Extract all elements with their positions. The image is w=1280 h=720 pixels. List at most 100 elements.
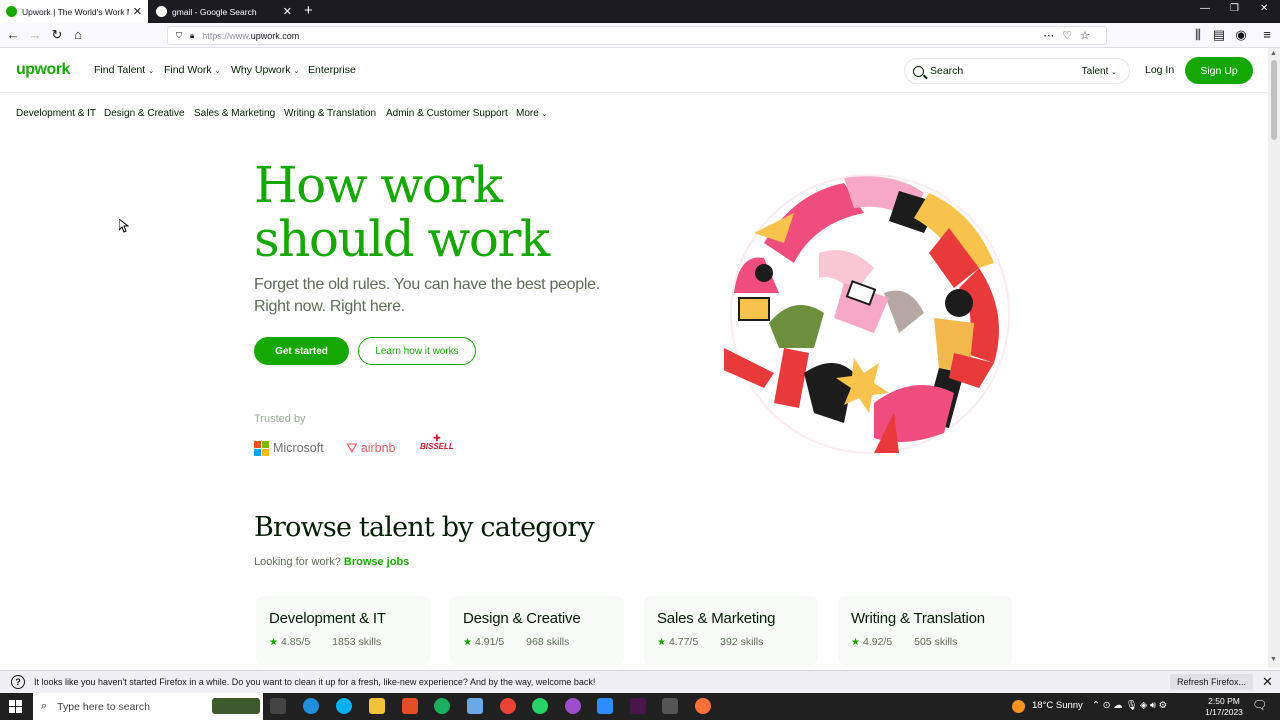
app-icon[interactable] bbox=[467, 698, 483, 714]
clock-time: 2:50 PM bbox=[1208, 696, 1240, 706]
slack-icon[interactable] bbox=[630, 698, 646, 714]
browse-title: Browse talent by category bbox=[254, 512, 595, 543]
app-icon[interactable] bbox=[402, 698, 418, 714]
catnav-more[interactable]: More ⌄ bbox=[516, 108, 547, 119]
notification-message: It looks like you haven't started Firefo… bbox=[34, 677, 596, 687]
card-skills: 505 skills bbox=[914, 636, 958, 648]
skype-icon[interactable] bbox=[336, 698, 352, 714]
minimize-icon[interactable]: — bbox=[1200, 3, 1210, 14]
account-icon[interactable]: ◉ bbox=[1233, 27, 1249, 43]
category-card-sales-marketing[interactable]: Sales & Marketing ★ 4.77/5 392 skills bbox=[644, 596, 818, 666]
library-icon[interactable]: ⫼ bbox=[1190, 27, 1206, 43]
url-host: upwork.com bbox=[250, 30, 300, 41]
scrollbar-thumb[interactable] bbox=[1271, 60, 1277, 140]
search-input[interactable]: Search Talent ⌄ bbox=[904, 58, 1130, 84]
catnav-writing-translation[interactable]: Writing & Translation bbox=[284, 108, 376, 119]
notifications-icon[interactable]: 🗨︎ bbox=[1252, 698, 1267, 712]
file-explorer-icon[interactable] bbox=[369, 698, 385, 714]
upwork-logo[interactable]: upwork bbox=[16, 61, 70, 79]
close-tab-icon[interactable]: ✕ bbox=[133, 5, 142, 18]
system-tray-icons[interactable]: ⌃ ⊙ ☁ 🎙︎ ◈ 🔊︎ ⚙ bbox=[1092, 700, 1167, 711]
browser-tab-bar: Upwork | The World's Work Ma ✕ gmail - G… bbox=[0, 0, 1280, 23]
category-card-design-creative[interactable]: Design & Creative ★ 4.91/5 968 skills bbox=[450, 596, 624, 666]
card-skills: 968 skills bbox=[526, 636, 570, 648]
search-scope-dropdown[interactable]: Talent ⌄ bbox=[1082, 66, 1117, 77]
browse-jobs-link[interactable]: Browse jobs bbox=[344, 556, 409, 568]
search-placeholder: Search bbox=[930, 65, 964, 77]
whatsapp-icon[interactable] bbox=[532, 698, 548, 714]
new-tab-icon[interactable]: + bbox=[304, 2, 313, 19]
weather-text[interactable]: 18°C Sunny bbox=[1032, 700, 1083, 711]
bissell-cross-icon: ✚ bbox=[433, 433, 441, 443]
reload-icon[interactable]: ↻ bbox=[49, 27, 65, 43]
search-icon bbox=[913, 65, 924, 77]
clock-date: 1/17/2023 bbox=[1205, 707, 1243, 717]
mouse-cursor-icon bbox=[119, 219, 129, 233]
page-actions-icon[interactable]: ⋯♡☆ bbox=[1043, 29, 1098, 42]
browser-nav-bar: ← → ↻ ⌂ ⛉ 🔒︎ https://www. upwork.com ⋯♡☆ … bbox=[0, 23, 1280, 48]
nav-label: Enterprise bbox=[308, 64, 356, 76]
chevron-down-icon: ⌄ bbox=[148, 68, 155, 75]
header-divider bbox=[0, 92, 1268, 93]
restore-icon[interactable]: ❐ bbox=[1230, 3, 1239, 14]
url-bar[interactable]: ⛉ 🔒︎ https://www. upwork.com ⋯♡☆ bbox=[167, 26, 1107, 45]
upwork-favicon-icon bbox=[6, 6, 17, 17]
scroll-down-icon[interactable]: ▼ bbox=[1270, 656, 1277, 663]
catnav-dev-it[interactable]: Development & IT bbox=[16, 108, 96, 119]
edge-icon[interactable] bbox=[303, 698, 319, 714]
nav-why-upwork[interactable]: Why Upwork ⌄ bbox=[231, 64, 299, 76]
grammarly-icon[interactable] bbox=[434, 698, 450, 714]
windows-start-icon[interactable] bbox=[9, 700, 22, 713]
nav-find-talent[interactable]: Find Talent ⌄ bbox=[94, 64, 154, 76]
search-highlight-icon[interactable] bbox=[212, 698, 260, 714]
learn-how-button[interactable]: Learn how it works bbox=[358, 337, 476, 365]
nav-find-work[interactable]: Find Work ⌄ bbox=[164, 64, 221, 76]
card-title: Development & IT bbox=[269, 610, 386, 627]
menu-icon[interactable]: ≡ bbox=[1259, 27, 1275, 43]
close-icon[interactable]: ✕ bbox=[1262, 674, 1273, 690]
sidebar-icon[interactable]: ▤ bbox=[1211, 27, 1227, 43]
firefox-icon[interactable] bbox=[695, 698, 711, 714]
zoom-icon[interactable] bbox=[597, 698, 613, 714]
chevron-down-icon: ⌄ bbox=[293, 68, 300, 75]
chrome-icon[interactable] bbox=[500, 698, 516, 714]
catnav-admin-support[interactable]: Admin & Customer Support bbox=[386, 108, 508, 119]
tab-title: Upwork | The World's Work Ma bbox=[22, 6, 129, 17]
scroll-up-icon[interactable]: ▲ bbox=[1270, 50, 1277, 57]
close-tab-icon[interactable]: ✕ bbox=[283, 5, 292, 18]
nav-label: Why Upwork bbox=[231, 64, 291, 76]
hero-subtitle: Forget the old rules. You can have the b… bbox=[254, 274, 624, 318]
card-rating: 4.91/5 bbox=[474, 636, 505, 648]
category-card-dev-it[interactable]: Development & IT ★ 4.85/5 1853 skills bbox=[256, 596, 430, 666]
app-icon[interactable] bbox=[662, 698, 678, 714]
category-card-writing-translation[interactable]: Writing & Translation ★ 4.92/5 505 skills bbox=[838, 596, 1012, 666]
task-view-icon[interactable] bbox=[270, 698, 286, 714]
tab-upwork[interactable]: Upwork | The World's Work Ma ✕ bbox=[0, 0, 148, 23]
taskbar-clock[interactable]: 2:50 PM 1/17/2023 bbox=[1204, 696, 1244, 718]
forward-icon[interactable]: → bbox=[27, 27, 43, 43]
close-window-icon[interactable]: ✕ bbox=[1260, 3, 1268, 14]
nav-enterprise[interactable]: Enterprise bbox=[308, 64, 356, 76]
card-title: Writing & Translation bbox=[851, 610, 985, 627]
card-rating: 4.85/5 bbox=[280, 636, 311, 648]
airbnb-belo-icon: ⛛ bbox=[346, 439, 358, 456]
star-icon: ★ bbox=[463, 636, 472, 648]
get-started-button[interactable]: Get started bbox=[254, 337, 349, 365]
app-icon[interactable] bbox=[565, 698, 581, 714]
browse-prompt: Looking for work? bbox=[254, 556, 341, 568]
star-icon: ★ bbox=[657, 636, 666, 648]
home-icon[interactable]: ⌂ bbox=[70, 27, 86, 43]
login-link[interactable]: Log In bbox=[1145, 64, 1174, 76]
lock-icon: 🔒︎ bbox=[190, 30, 195, 40]
firefox-notification-bar: ? It looks like you haven't started Fire… bbox=[0, 670, 1280, 693]
signup-button[interactable]: Sign Up bbox=[1185, 57, 1253, 84]
page-scrollbar[interactable]: ▲ ▼ bbox=[1268, 48, 1280, 668]
star-icon: ★ bbox=[269, 636, 278, 648]
back-icon[interactable]: ← bbox=[5, 27, 21, 43]
hero-title-line: should work bbox=[254, 210, 550, 268]
refresh-firefox-button[interactable]: Refresh Firefox... bbox=[1170, 674, 1254, 690]
catnav-sales-marketing[interactable]: Sales & Marketing bbox=[194, 108, 275, 119]
catnav-design-creative[interactable]: Design & Creative bbox=[104, 108, 185, 119]
tab-gmail-search[interactable]: gmail - Google Search ✕ bbox=[150, 0, 298, 23]
chevron-down-icon: ⌄ bbox=[1111, 68, 1117, 76]
